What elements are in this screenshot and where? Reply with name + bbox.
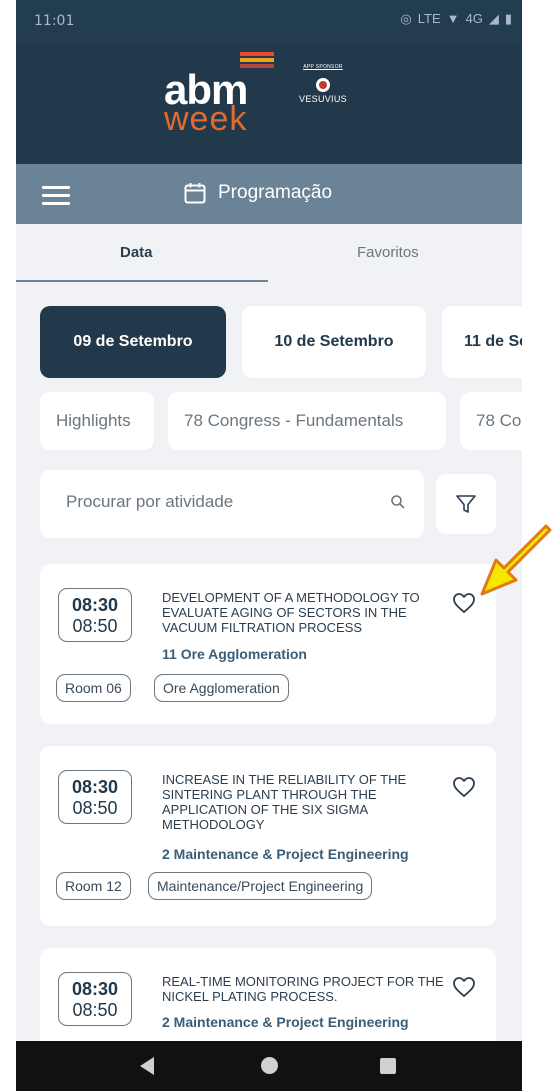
tab-bar: Data Favoritos [16, 224, 522, 284]
start-time: 08:30 [71, 979, 119, 999]
status-bar: 11:01 ◎ LTE ▼ 4G ◢ ▮ [16, 0, 522, 42]
yellow-arrow-icon [480, 524, 552, 596]
favorite-heart-icon[interactable] [452, 592, 476, 614]
activity-card[interactable]: 08:30 08:50 INCREASE IN THE RELIABILITY … [40, 746, 496, 926]
alarm-icon: ◎ [400, 11, 412, 26]
app-sponsor: APP SPONSOR VESUVIUS [288, 64, 358, 124]
wifi-icon: ▼ [446, 11, 460, 26]
app-screen: 11:01 ◎ LTE ▼ 4G ◢ ▮ abm week APP SPONSO… [16, 0, 522, 1091]
page-title-group: Programação [184, 182, 332, 204]
tab-data[interactable]: Data [120, 244, 153, 261]
activity-track: 11 Ore Agglomeration [162, 646, 307, 662]
time-box: 08:30 08:50 [58, 588, 132, 642]
date-pill-10-setembro[interactable]: 10 de Setembro [242, 306, 426, 378]
sponsor-name: VESUVIUS [299, 94, 347, 104]
topic-tag: Maintenance/Project Engineering [148, 872, 373, 900]
search-icon[interactable] [390, 494, 406, 510]
recents-icon[interactable] [380, 1058, 396, 1074]
category-pill-congress[interactable]: 78 Co [460, 392, 522, 450]
vesuvius-logo-icon [316, 78, 330, 92]
end-time: 08:50 [72, 616, 118, 636]
tab-favoritos[interactable]: Favoritos [357, 244, 419, 261]
topic-tag: Ore Agglomeration [154, 674, 289, 702]
status-icons: ◎ LTE ▼ 4G ◢ ▮ [400, 11, 512, 27]
time-box: 08:30 08:50 [58, 972, 132, 1026]
room-tag: Room 12 [56, 872, 131, 900]
end-time: 08:50 [72, 1000, 118, 1020]
activity-track: 2 Maintenance & Project Engineering [162, 846, 409, 862]
calendar-icon [184, 183, 206, 204]
logo-week-text: week [164, 100, 248, 138]
home-icon[interactable] [261, 1057, 278, 1074]
category-selector: Highlights 78 Congress - Fundamentals 78… [40, 392, 522, 450]
filter-icon [456, 495, 476, 513]
favorite-heart-icon[interactable] [452, 776, 476, 798]
activity-track: 2 Maintenance & Project Engineering [162, 1014, 409, 1030]
logo-bar-red [240, 52, 274, 56]
activity-title: INCREASE IN THE RELIABILITY OF THE SINTE… [162, 772, 407, 832]
date-selector: 09 de Setembro 10 de Setembro 11 de Se [40, 306, 522, 378]
battery-icon: ▮ [504, 11, 512, 26]
favorite-heart-icon[interactable] [452, 976, 476, 998]
app-header: abm week APP SPONSOR VESUVIUS [16, 42, 522, 164]
sponsor-label: APP SPONSOR [303, 64, 343, 70]
category-pill-fundamentals[interactable]: 78 Congress - Fundamentals [168, 392, 446, 450]
time-box: 08:30 08:50 [58, 770, 132, 824]
start-time: 08:30 [71, 777, 119, 797]
signal-icon: ◢ [488, 11, 499, 26]
search-box [40, 470, 424, 538]
search-input[interactable] [66, 492, 366, 512]
page-title: Programação [218, 182, 333, 203]
logo-bar-orange [240, 58, 274, 62]
back-icon[interactable] [140, 1057, 154, 1075]
activity-card[interactable]: 08:30 08:50 DEVELOPMENT OF A METHODOLOGY… [40, 564, 496, 724]
date-pill-11-setembro[interactable]: 11 de Se [442, 306, 522, 378]
network-type-label: LTE [417, 11, 441, 26]
category-pill-highlights[interactable]: Highlights [40, 392, 154, 450]
active-tab-indicator [16, 280, 268, 282]
hamburger-menu-icon[interactable] [42, 186, 70, 205]
activity-title: REAL-TIME MONITORING PROJECT FOR THE NIC… [162, 974, 444, 1004]
system-navigation-bar [16, 1041, 522, 1091]
abm-week-logo: abm week [164, 52, 274, 138]
room-tag: Room 06 [56, 674, 131, 702]
screenshot-margin-left [0, 0, 16, 1091]
activity-title: DEVELOPMENT OF A METHODOLOGY TO EVALUATE… [162, 590, 420, 635]
start-time: 08:30 [71, 595, 119, 615]
end-time: 08:50 [72, 798, 118, 818]
status-time: 11:01 [34, 13, 75, 29]
date-pill-09-setembro[interactable]: 09 de Setembro [40, 306, 226, 378]
signal-type-label: 4G [465, 11, 483, 26]
top-navbar: Programação [16, 164, 522, 224]
